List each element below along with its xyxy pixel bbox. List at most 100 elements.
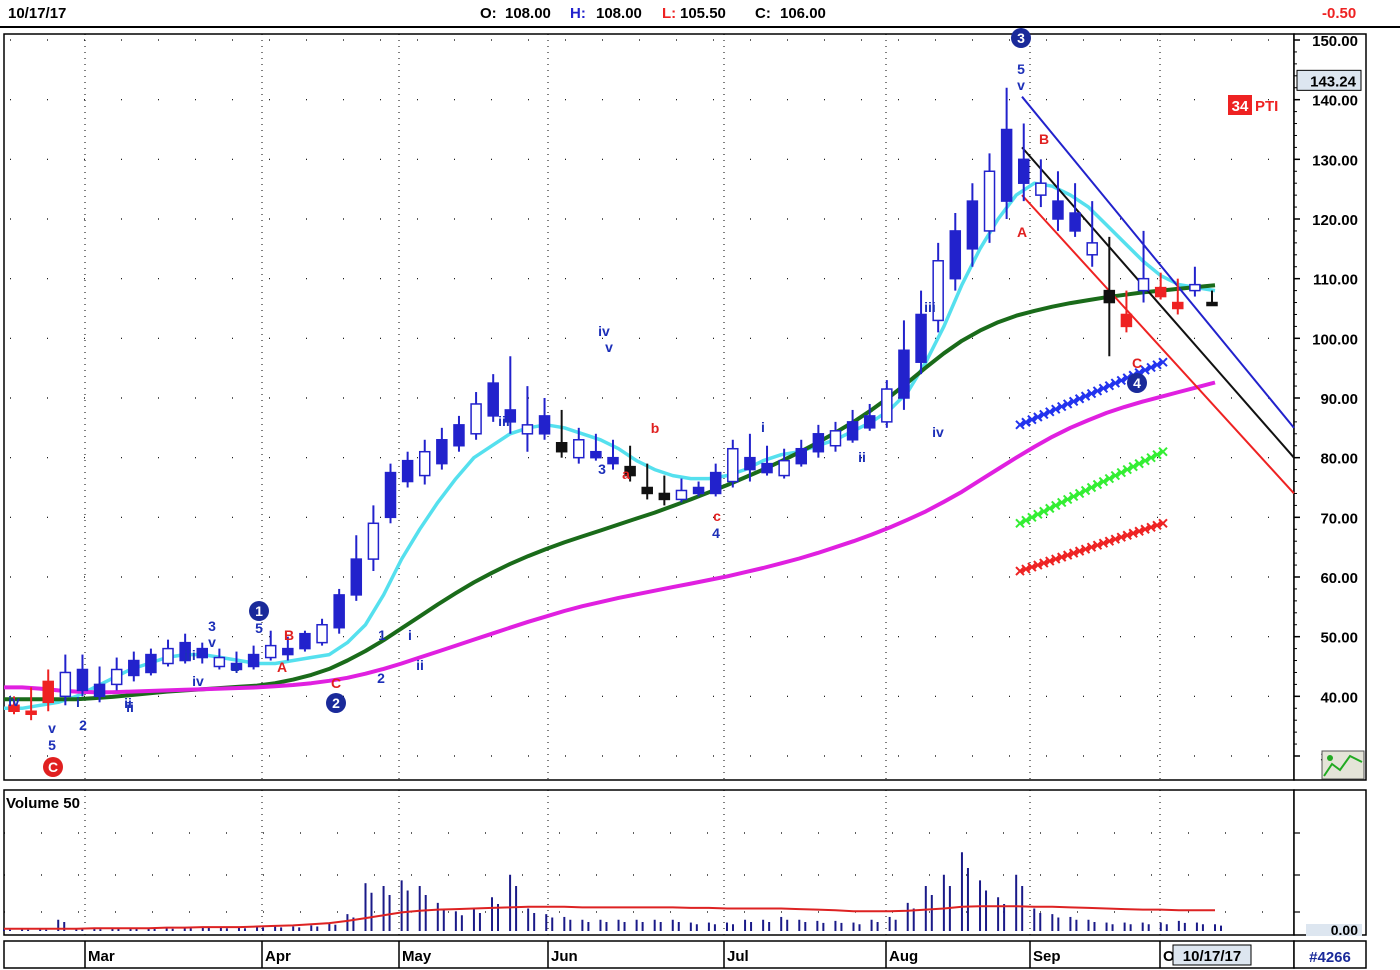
candle-body xyxy=(487,382,499,417)
candle-body xyxy=(761,462,773,474)
candle-body xyxy=(1086,242,1098,256)
candle-body xyxy=(418,450,431,477)
volume-panel[interactable] xyxy=(3,789,1295,936)
candle-body xyxy=(829,430,842,447)
candle-body xyxy=(42,680,54,704)
wave-label: A xyxy=(277,659,287,675)
wave-label: ii xyxy=(858,449,866,465)
candle-body xyxy=(1052,200,1064,220)
wave-label: iv xyxy=(8,693,20,709)
candle-body xyxy=(1120,313,1133,328)
price-tick-label: 120.00 xyxy=(1312,212,1358,229)
wave-label: v xyxy=(605,339,613,355)
candle-body xyxy=(128,659,140,677)
candle-body xyxy=(25,710,37,715)
wave-label: 3 xyxy=(208,618,216,634)
wave-circle-text: 4 xyxy=(1133,375,1141,391)
wave-label: iv xyxy=(932,424,944,440)
price-tick-label: 70.00 xyxy=(1320,510,1358,527)
wave-label: 5 xyxy=(48,737,56,753)
price-tick-label: 150.00 xyxy=(1312,33,1358,50)
price-tick-label: 110.00 xyxy=(1313,272,1358,289)
wave-circle-label: 1 xyxy=(249,601,269,621)
wave-label: c xyxy=(713,508,721,524)
candle-body xyxy=(110,668,123,686)
volume-axis-panel xyxy=(1293,789,1367,936)
candle-body xyxy=(162,647,174,665)
volume-label: Volume 50 xyxy=(6,795,80,812)
wave-label: ii xyxy=(416,657,424,673)
candle-body xyxy=(93,683,106,698)
candle-body xyxy=(76,668,89,692)
wave-label: 4 xyxy=(712,525,720,541)
candle-body xyxy=(915,313,927,363)
candle-body xyxy=(692,486,705,495)
candle-body xyxy=(145,653,157,674)
candle-body xyxy=(1017,158,1030,184)
candle-body xyxy=(1154,286,1167,298)
wave-circle-text: C xyxy=(48,759,58,775)
candle-body xyxy=(299,632,311,650)
stock-chart[interactable]: iv iiv5i2iiiiiiv3v45ABC12iiiiiiiv3vabc4ii… xyxy=(0,0,1400,970)
candle-body xyxy=(470,403,482,435)
wave-label: B xyxy=(1039,131,1049,147)
candle-body xyxy=(881,388,893,423)
candle-body xyxy=(949,230,962,280)
candle-body xyxy=(436,439,448,465)
candle-body xyxy=(1069,212,1081,232)
volume-axis-value: 0.00 xyxy=(1331,922,1358,938)
price-tick-label: 80.00 xyxy=(1320,451,1358,468)
month-label: Jun xyxy=(551,948,578,965)
candle-body xyxy=(316,623,328,644)
cursor-date: 10/17/17 xyxy=(1183,948,1241,965)
wave-label: v xyxy=(208,634,216,650)
wave-label: v xyxy=(48,720,56,736)
chart-id: #4266 xyxy=(1309,949,1351,966)
candle-body xyxy=(333,594,345,629)
candle-body xyxy=(778,459,790,477)
wave-label: 4 xyxy=(231,660,239,676)
candle-body xyxy=(966,200,979,250)
candle-body xyxy=(641,486,653,495)
price-tick-label: 40.00 xyxy=(1320,689,1358,706)
wave-label: i xyxy=(76,694,80,710)
candle-body xyxy=(196,647,209,659)
candle-body xyxy=(1206,301,1218,307)
wave-circle-label: 3 xyxy=(1011,28,1031,48)
month-label: Aug xyxy=(889,948,918,965)
candle-body xyxy=(846,421,859,441)
current-price-label: 143.24 xyxy=(1310,73,1357,90)
candle-body xyxy=(282,647,294,656)
month-label: Jul xyxy=(727,948,749,965)
wave-circle-label: C xyxy=(43,757,63,777)
wave-label: 5 xyxy=(255,620,263,636)
wave-label: 2 xyxy=(79,717,87,733)
month-label: May xyxy=(402,948,432,965)
candle-body xyxy=(453,424,465,447)
month-label: Mar xyxy=(88,948,115,965)
wave-label: v xyxy=(1017,77,1025,93)
candle-body xyxy=(709,471,722,495)
price-tick-label: 50.00 xyxy=(1320,630,1358,647)
wave-label: a xyxy=(622,466,630,482)
chart-config-icon[interactable] xyxy=(1321,750,1365,780)
candle-body xyxy=(350,558,363,596)
price-tick-label: 100.00 xyxy=(1312,331,1358,348)
wave-label: B xyxy=(284,627,294,643)
price-tick-label: 60.00 xyxy=(1320,570,1358,587)
icon-dot xyxy=(1327,755,1333,761)
candle-body xyxy=(1137,277,1150,292)
candle-body xyxy=(898,349,910,399)
candle-body xyxy=(573,439,585,459)
candle-body xyxy=(727,447,739,483)
candle-body xyxy=(59,671,72,698)
candle-body xyxy=(521,424,534,435)
wave-label: iii xyxy=(184,647,196,663)
candle-body xyxy=(264,644,277,659)
wave-label: iv xyxy=(598,323,610,339)
wave-label: iv xyxy=(192,673,204,689)
candle-body xyxy=(1000,128,1013,202)
candle-body xyxy=(590,450,602,459)
candle-body xyxy=(538,415,551,435)
price-panel[interactable] xyxy=(3,33,1295,781)
